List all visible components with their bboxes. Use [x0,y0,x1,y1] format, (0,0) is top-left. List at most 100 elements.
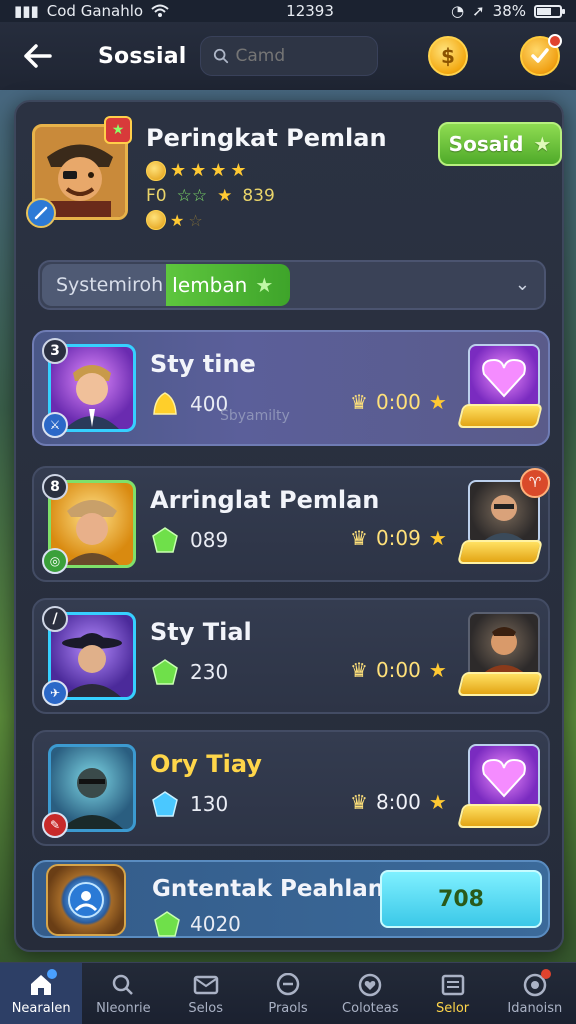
mail-icon [192,971,220,999]
chevron-down-icon[interactable]: ⌄ [515,274,530,295]
time-value: 0:00 [375,658,421,682]
nav-label: Nleonrie [96,1001,151,1016]
profile-title: Peringkat Pemlan [146,124,387,152]
feather-icon: ✎ [42,812,68,838]
item-time: ♛ 8:00 ★ [350,790,447,814]
runner-icon: ✈ [42,680,68,706]
alarm-icon: ◔ [450,2,465,20]
battery-icon [534,4,565,18]
nav-item-shop[interactable]: Selor [411,963,493,1024]
bell-icon [153,392,177,415]
rank-badge: 3 [42,338,68,364]
home-icon [27,969,58,999]
list-item[interactable]: 3 ⚔ Sty tine 400 Sbyamilty ♛ 0:00 ★ [32,330,550,446]
star-icon: ★ [255,273,274,297]
value-button[interactable]: 708 [380,870,542,928]
rank-badge-icon: ★ [104,116,132,144]
wifi-icon [151,4,169,18]
crown-icon: ♛ [350,526,368,550]
item-subtitle: Sbyamilty [220,408,290,424]
time-value: 0:09 [375,526,421,550]
top-bar: Sossial $ [0,22,576,90]
crown-icon: ♛ [350,658,368,682]
selector-pill[interactable]: Systemiroh Iemban ★ [42,264,290,306]
reward-chest[interactable] [468,344,540,410]
star-icon: ★ [170,160,187,181]
item-title: Sty tine [150,350,256,378]
search-icon [109,971,137,999]
nav-item-chat[interactable]: Praols [247,963,329,1024]
alert-badge-icon: ♈ [520,468,550,498]
reward-chest[interactable] [468,744,540,810]
battery-percent: 38% [492,2,526,20]
nav-label: Selor [435,1001,470,1016]
category-selector[interactable]: Systemiroh Iemban ★ ⌄ [38,260,546,310]
nav-item-search[interactable]: Nleonrie [82,963,164,1024]
carrier-label: Cod Ganahlo [46,2,144,20]
blue-gem-icon [152,791,178,817]
time-value: 8:00 [375,790,421,814]
search-icon [214,48,229,64]
profile-card: ★ Peringkat Pemlan ★ ★ ★ ★ F0 ☆☆ ★ 839 ★… [26,116,562,232]
search-input[interactable] [235,46,366,66]
social-button[interactable]: Sosaid ★ [438,122,562,166]
item-time: ♛ 0:00 ★ [350,390,447,414]
star-icon: ★ [428,390,447,414]
coin-icon: $ [441,44,455,68]
time-value: 0:00 [375,390,421,414]
list-item[interactable]: 8 ◎ Arringlat Pemlan 089 ♛ 0:09 ★ ♈ [32,466,550,582]
notification-badge [548,34,562,48]
list-item[interactable]: / ✈ Sty Tial 230 ♛ 0:00 ★ [32,598,550,714]
warrior-portrait-icon [480,627,528,676]
nav-label: Selos [188,1001,223,1016]
sword-icon [26,198,56,228]
rank-badge: / [42,606,68,632]
back-button[interactable] [18,36,58,76]
green-gem-icon [152,527,178,553]
star-icon: ★ [428,526,447,550]
nav-item-mail[interactable]: Selos [165,963,247,1024]
coin-icon [146,160,166,181]
star-icon: ★ [428,658,447,682]
item-title: Sty Tial [150,618,252,646]
list-item[interactable]: ✎ Ory Tiay 130 ♛ 8:00 ★ [32,730,550,846]
heart-gem-icon [482,758,526,798]
item-time: ♛ 0:00 ★ [350,658,447,682]
main-panel: ★ Peringkat Pemlan ★ ★ ★ ★ F0 ☆☆ ★ 839 ★… [14,100,564,952]
nav-label: Nearalen [11,1001,71,1016]
search-box[interactable] [200,36,379,76]
star-icon: ★ [230,160,247,181]
item-title: Arringlat Pemlan [150,486,380,514]
coin-button[interactable]: $ [428,36,468,76]
nav-item-target[interactable]: Idanoisn [494,963,576,1024]
user-icon [68,882,104,918]
bottom-title: Gntentak Peahlan [152,876,385,902]
star-icon: ★ [533,132,552,156]
star-outline-icon: ☆ [188,210,203,230]
star-icon: ★ [210,160,227,181]
bottom-score: 4020 [152,910,241,938]
score-value: 4020 [190,912,241,936]
green-gem-icon [154,911,180,937]
item-score: 089 [150,526,228,554]
arrow-left-icon [24,44,52,68]
score-value: 089 [190,528,229,552]
stats-value: 839 [242,186,275,206]
star-icon: ★ [190,160,207,181]
nav-item-favorites[interactable]: Coloteas [329,963,411,1024]
crown-icon: ♛ [350,390,368,414]
nav-item-home[interactable]: Nearalen [0,963,83,1024]
profile-stats: F0 ☆☆ ★ 839 [146,186,275,206]
shield-icon: ⚔ [42,412,68,438]
bottom-list-item[interactable]: Gntentak Peahlan 4020 708 [32,860,550,938]
signal-icon: ▮▮▮ [14,2,39,20]
heart-icon [356,971,384,999]
green-gem-icon [152,659,178,685]
page-title: Sossial [98,43,187,69]
item-score: 400 [150,390,228,418]
compass-icon: ◎ [42,548,68,574]
reward-plate [457,804,543,828]
reward-portrait[interactable] [468,612,540,678]
profile-rating: ★ ★ ★ ★ [146,160,247,181]
quest-button[interactable] [520,34,562,76]
